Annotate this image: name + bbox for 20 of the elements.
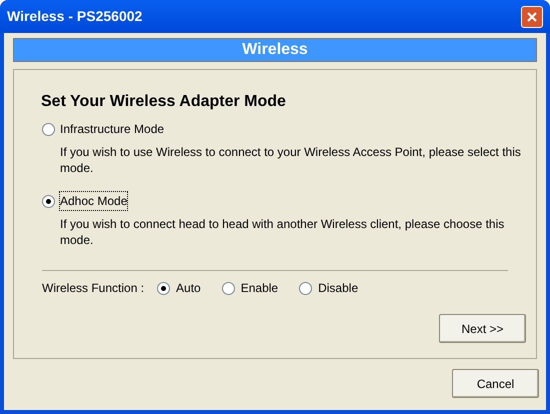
radio-button[interactable] (299, 282, 312, 294)
close-button[interactable] (521, 6, 543, 28)
radio-button[interactable] (222, 282, 235, 294)
cancel-button[interactable]: Cancel (452, 369, 539, 398)
option-label[interactable]: Auto (176, 279, 201, 297)
radio-button[interactable] (157, 282, 170, 294)
heading: Set Your Wireless Adapter Mode (41, 92, 287, 112)
close-icon (526, 10, 538, 22)
next-button[interactable]: Next >> (439, 314, 526, 343)
mode-description: If you wish to use Wireless to connect to your Wireless Access Point, please select this mode. (60, 144, 522, 176)
function-label: Wireless Function : (42, 280, 144, 297)
header-bar: Wireless (13, 38, 537, 62)
option-label[interactable]: Disable (318, 279, 358, 297)
mode-description: If you wish to connect head to head with another Wireless client, please choose this mode. (60, 216, 506, 248)
window-title: Wireless - PS256002 (7, 7, 142, 26)
mode-label[interactable]: Infrastructure Mode (60, 120, 164, 138)
mode-label[interactable]: Adhoc Mode (60, 192, 128, 210)
radio-button[interactable] (42, 122, 55, 136)
option-label[interactable]: Enable (240, 279, 278, 297)
radio-button[interactable] (42, 194, 55, 208)
